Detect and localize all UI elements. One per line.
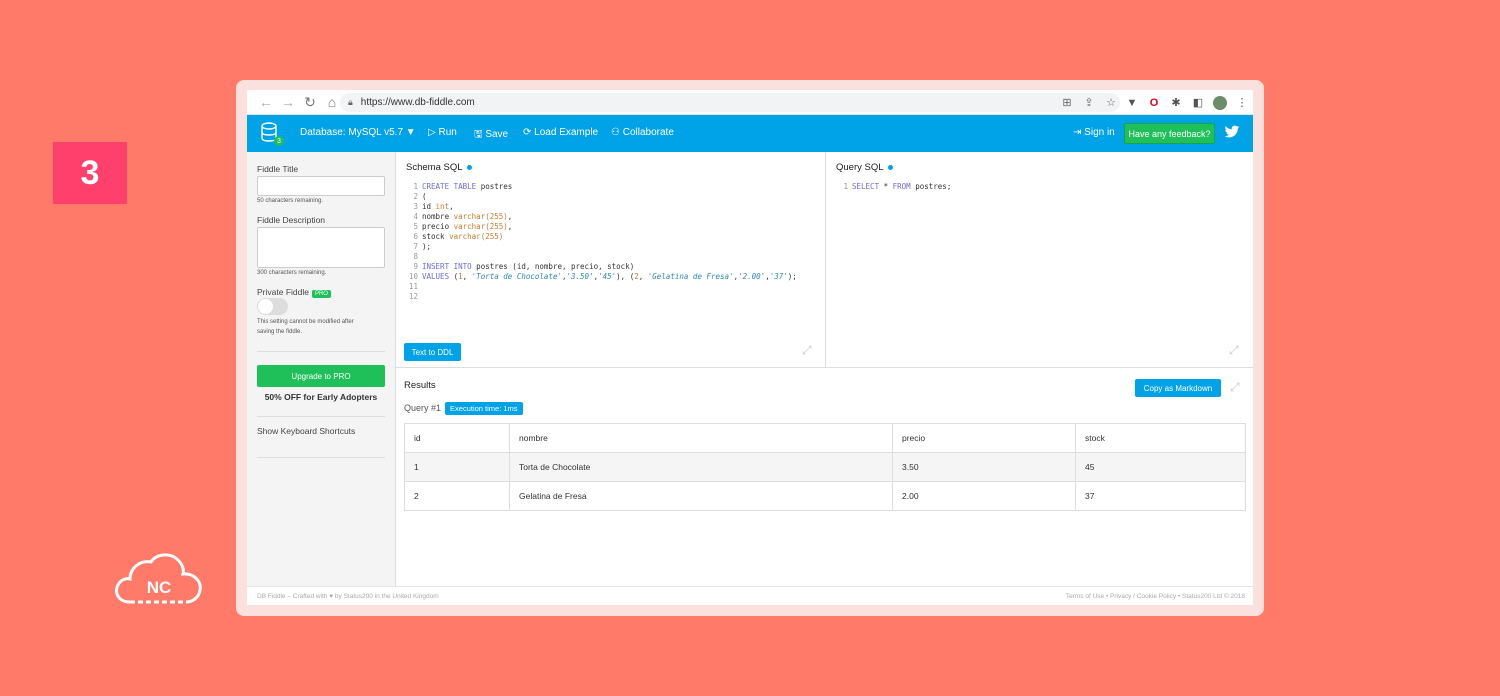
save-icon: 🖫︎ xyxy=(474,129,486,140)
database-select[interactable]: Database: MySQL v5.7 ▼ xyxy=(300,127,416,138)
browser-window: ← → ↻ ⌂ 🔒︎ https://www.db-fiddle.com ⊞ ⇪… xyxy=(247,90,1253,605)
table-cell: Gelatina de Fresa xyxy=(509,481,893,511)
divider xyxy=(257,416,385,417)
column-header: nombre xyxy=(509,423,893,453)
status-dot xyxy=(887,164,893,170)
twitter-icon[interactable] xyxy=(1224,125,1240,139)
column-header: id xyxy=(404,423,510,453)
expand-icon[interactable]: ⤢ xyxy=(1230,380,1240,395)
lock-icon: 🔒︎ xyxy=(348,97,353,107)
sidepanel-icon[interactable]: ◧ xyxy=(1188,93,1208,112)
reload-icon[interactable]: ↻ xyxy=(299,91,321,113)
sign-in-link[interactable]: ⇥ Sign in xyxy=(1073,127,1115,138)
results-panel: Results Copy as Markdown ⤢ Query #1 Execu… xyxy=(396,368,1253,586)
divider xyxy=(257,457,385,458)
sidebar: Fiddle Title 50 characters remaining. Fi… xyxy=(247,152,396,586)
refresh-icon: ⟳ xyxy=(523,127,535,138)
private-fiddle-toggle[interactable] xyxy=(257,298,288,315)
divider xyxy=(257,351,385,352)
database-logo-icon[interactable]: 3 xyxy=(260,122,284,146)
nc-cloud-logo: NC xyxy=(115,553,202,604)
version-badge: 3 xyxy=(274,136,284,146)
schema-title: Schema SQL xyxy=(406,162,472,173)
private-note-line2: saving the fiddle. xyxy=(257,329,303,335)
pro-badge: PRO xyxy=(311,290,331,298)
status-dot xyxy=(466,164,472,170)
users-icon: ⚇ xyxy=(611,127,623,138)
title-remaining-text: 50 characters remaining. xyxy=(257,198,324,204)
results-title: Results xyxy=(404,380,436,391)
table-row: 2 Gelatina de Fresa 2.00 37 xyxy=(404,481,1246,511)
upgrade-to-pro-button[interactable]: Upgrade to PRO xyxy=(257,365,385,387)
address-bar[interactable]: 🔒︎ https://www.db-fiddle.com xyxy=(340,93,1120,112)
opera-extension-icon[interactable]: O xyxy=(1144,93,1164,112)
run-button[interactable]: ▷ Run xyxy=(428,127,457,138)
text-to-ddl-button[interactable]: Text to DDL xyxy=(404,343,461,361)
expand-icon[interactable]: ⤢ xyxy=(1229,343,1239,358)
copy-as-markdown-button[interactable]: Copy as Markdown xyxy=(1135,379,1221,397)
table-header-row: id nombre precio stock xyxy=(404,423,1246,453)
footer-links[interactable]: Terms of Use • Privacy / Cookie Policy •… xyxy=(1066,593,1245,600)
table-row: 1 Torta de Chocolate 3.50 45 xyxy=(404,452,1246,482)
query-title: Query SQL xyxy=(836,162,893,173)
table-cell: 1 xyxy=(404,452,510,482)
nc-text: NC xyxy=(147,578,172,597)
early-adopter-offer: 50% OFF for Early Adopters xyxy=(264,392,378,402)
play-icon: ▷ xyxy=(428,127,439,138)
arrow-left-icon[interactable]: ← xyxy=(255,91,277,113)
fiddle-description-label: Fiddle Description xyxy=(257,215,326,225)
star-icon[interactable]: ☆ xyxy=(1101,93,1121,112)
table-cell: 2.00 xyxy=(892,481,1076,511)
keyboard-shortcuts-link[interactable]: Show Keyboard Shortcuts xyxy=(257,426,355,436)
sign-in-icon: ⇥ xyxy=(1073,127,1085,138)
browser-toolbar: ← → ↻ ⌂ 🔒︎ https://www.db-fiddle.com ⊞ ⇪… xyxy=(247,90,1253,115)
schema-editor[interactable]: 1 CREATE TABLE postres 2( 3 id int, 4 nombr… xyxy=(406,182,797,302)
vpn-extension-icon[interactable]: ▼ xyxy=(1122,93,1142,112)
arrow-right-icon[interactable]: → xyxy=(277,91,299,113)
description-remaining-text: 300 characters remaining. xyxy=(257,270,327,276)
footer: DB Fiddle – Crafted with ♥ by Status200 … xyxy=(247,586,1253,605)
table-cell: 2 xyxy=(404,481,510,511)
translate-icon[interactable]: ⊞ xyxy=(1057,93,1077,112)
feedback-button[interactable]: Have any feedback? xyxy=(1124,123,1215,144)
save-button[interactable]: 🖫︎ Save xyxy=(474,127,508,144)
step-number-badge: 3 xyxy=(53,142,127,204)
app-header: 3 Database: MySQL v5.7 ▼ ▷ Run 🖫︎ Save ⟳… xyxy=(247,115,1253,152)
table-cell: 45 xyxy=(1075,452,1246,482)
fiddle-title-label: Fiddle Title xyxy=(257,164,299,174)
fiddle-title-input[interactable] xyxy=(257,176,385,196)
column-header: precio xyxy=(892,423,1076,453)
puzzle-icon[interactable]: ✱ xyxy=(1166,93,1186,112)
fiddle-description-input[interactable] xyxy=(257,227,385,268)
load-example-button[interactable]: ⟳ Load Example xyxy=(523,127,598,138)
table-cell: Torta de Chocolate xyxy=(509,452,893,482)
schema-panel: Schema SQL 1 CREATE TABLE postres 2( 3 id … xyxy=(396,152,826,368)
footer-credit: DB Fiddle – Crafted with ♥ by Status200 … xyxy=(257,593,439,600)
kebab-menu-icon[interactable]: ⋮ xyxy=(1232,93,1252,112)
collaborate-button[interactable]: ⚇ Collaborate xyxy=(611,127,674,138)
profile-avatar[interactable] xyxy=(1213,95,1227,110)
private-fiddle-label: Private Fiddle PRO xyxy=(257,287,331,298)
query-panel: Query SQL 1 SELECT * FROM postres; ⤢ xyxy=(826,152,1253,368)
expand-icon[interactable]: ⤢ xyxy=(802,343,812,358)
url-text: https://www.db-fiddle.com xyxy=(360,97,475,108)
query-editor[interactable]: 1 SELECT * FROM postres; xyxy=(836,182,951,192)
table-cell: 3.50 xyxy=(892,452,1076,482)
column-header: stock xyxy=(1075,423,1246,453)
results-table: id nombre precio stock 1 Torta de Chocol… xyxy=(404,423,1246,511)
execution-time-badge: Execution time: 1ms xyxy=(445,402,523,415)
query-result-header: Query #1 Execution time: 1ms xyxy=(404,402,523,415)
table-cell: 37 xyxy=(1075,481,1246,511)
share-icon[interactable]: ⇪ xyxy=(1079,93,1099,112)
